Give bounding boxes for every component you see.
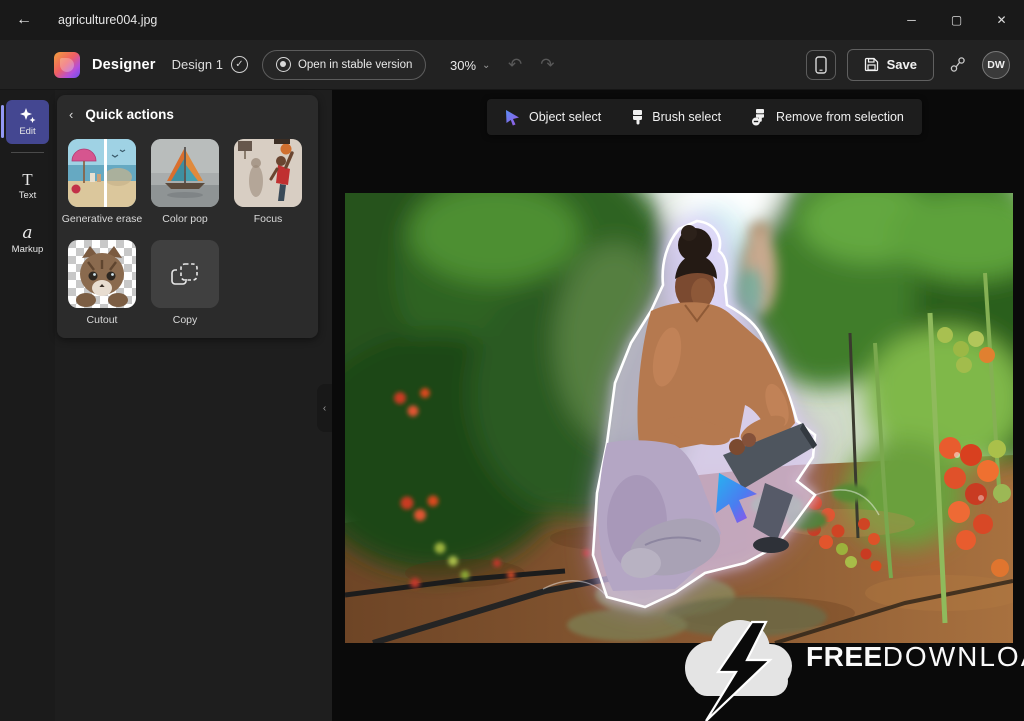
brush-select-label: Brush select bbox=[652, 110, 721, 124]
back-button[interactable]: ← bbox=[8, 6, 40, 34]
designer-app-window: ← agriculture004.jpg ─ ▢ ✕ Designer Desi… bbox=[0, 0, 1024, 721]
save-icon bbox=[864, 57, 879, 72]
markup-pen-icon: a bbox=[22, 225, 32, 242]
tile-label[interactable]: Color pop bbox=[139, 213, 231, 225]
document-title: agriculture004.jpg bbox=[58, 13, 157, 27]
quick-action-copy[interactable] bbox=[151, 240, 219, 308]
left-rail: Edit T Text a Markup bbox=[0, 90, 55, 721]
active-tab-indicator bbox=[1, 105, 4, 138]
canvas-image[interactable] bbox=[345, 193, 1013, 643]
greenhouse-photo bbox=[345, 193, 1013, 643]
object-select-button[interactable]: Object select bbox=[505, 109, 601, 126]
save-button[interactable]: Save bbox=[847, 49, 934, 81]
minimize-button[interactable]: ─ bbox=[889, 0, 934, 40]
tab-markup-label: Markup bbox=[12, 244, 44, 255]
toolbar-right-group: Save DW bbox=[806, 49, 1010, 81]
rail-divider bbox=[11, 152, 44, 153]
zoom-level[interactable]: 30% bbox=[450, 58, 476, 73]
object-select-label: Object select bbox=[529, 110, 601, 124]
tab-text[interactable]: T Text bbox=[6, 164, 49, 208]
watermark-cloud-icon bbox=[672, 610, 802, 721]
app-name: Designer bbox=[92, 57, 156, 73]
open-stable-version-label: Open in stable version bbox=[298, 59, 412, 71]
tab-edit[interactable]: Edit bbox=[6, 100, 49, 144]
close-button[interactable]: ✕ bbox=[979, 0, 1024, 40]
avatar[interactable]: DW bbox=[982, 51, 1010, 79]
share-icon bbox=[949, 56, 967, 74]
cloud-saved-icon: ✓ bbox=[231, 56, 248, 73]
tile-label[interactable]: Focus bbox=[222, 213, 314, 225]
back-arrow-icon: ← bbox=[16, 11, 32, 29]
quick-action-cutout[interactable] bbox=[68, 240, 136, 308]
open-stable-version-button[interactable]: Open in stable version bbox=[262, 50, 426, 80]
cutout-thumbnail bbox=[68, 240, 136, 308]
save-label: Save bbox=[887, 57, 917, 72]
sparkles-icon bbox=[19, 108, 37, 124]
quick-action-focus[interactable] bbox=[234, 139, 302, 207]
chevron-down-icon: ⌄ bbox=[482, 60, 490, 71]
maximize-button[interactable]: ▢ bbox=[934, 0, 979, 40]
mobile-preview-button[interactable] bbox=[806, 50, 836, 80]
share-button[interactable] bbox=[945, 52, 971, 78]
phone-icon bbox=[814, 56, 828, 74]
avatar-initials: DW bbox=[987, 59, 1005, 71]
panel-back-button[interactable]: ‹ bbox=[69, 107, 73, 122]
app-toolbar: Designer Design 1 ✓ Open in stable versi… bbox=[0, 40, 1024, 90]
window-controls: ─ ▢ ✕ bbox=[889, 0, 1024, 40]
tab-markup[interactable]: a Markup bbox=[6, 218, 49, 262]
stable-version-icon bbox=[276, 57, 291, 72]
chevron-left-icon: ‹ bbox=[323, 403, 326, 414]
design-name[interactable]: Design 1 bbox=[172, 57, 223, 72]
watermark-download: DOWNLOAD bbox=[883, 641, 1024, 672]
generative-erase-thumbnail bbox=[68, 139, 136, 207]
panel-title: Quick actions bbox=[85, 107, 174, 122]
panel-collapse-handle[interactable]: ‹ bbox=[317, 384, 332, 432]
zoom-control[interactable]: 30% ⌄ bbox=[450, 40, 490, 90]
designer-logo-icon[interactable] bbox=[54, 52, 80, 78]
remove-selection-icon bbox=[751, 109, 768, 126]
selection-toolbar: Object select Brush select Remove from s… bbox=[487, 99, 922, 135]
title-bar: ← agriculture004.jpg ─ ▢ ✕ bbox=[0, 0, 1024, 40]
tile-label[interactable]: Copy bbox=[139, 314, 231, 326]
watermark-free: FREE bbox=[806, 641, 883, 672]
brush-icon bbox=[631, 109, 644, 125]
quick-actions-panel: ‹ Quick actions bbox=[57, 95, 318, 338]
watermark-text: FREEDOWNLOAD bbox=[806, 641, 1024, 673]
copy-icon bbox=[151, 240, 219, 308]
redo-icon[interactable]: ↷ bbox=[540, 55, 554, 75]
tab-edit-label: Edit bbox=[19, 126, 35, 137]
undo-icon[interactable]: ↶ bbox=[508, 55, 522, 75]
tab-text-label: Text bbox=[19, 190, 36, 201]
focus-thumbnail bbox=[234, 139, 302, 207]
remove-from-selection-button[interactable]: Remove from selection bbox=[751, 109, 904, 126]
text-tool-icon: T bbox=[22, 171, 32, 188]
tile-label[interactable]: Generative erase bbox=[56, 213, 148, 225]
history-controls: ↶ ↷ bbox=[508, 40, 555, 90]
workspace: Edit T Text a Markup ‹ Quick actions bbox=[0, 90, 1024, 721]
quick-actions-header: ‹ Quick actions bbox=[69, 107, 174, 122]
color-pop-thumbnail bbox=[151, 139, 219, 207]
tile-label[interactable]: Cutout bbox=[56, 314, 148, 326]
quick-action-generative-erase[interactable] bbox=[68, 139, 136, 207]
remove-from-selection-label: Remove from selection bbox=[776, 110, 904, 124]
quick-action-color-pop[interactable] bbox=[151, 139, 219, 207]
object-select-cursor-icon bbox=[505, 109, 521, 126]
brush-select-button[interactable]: Brush select bbox=[631, 109, 721, 125]
